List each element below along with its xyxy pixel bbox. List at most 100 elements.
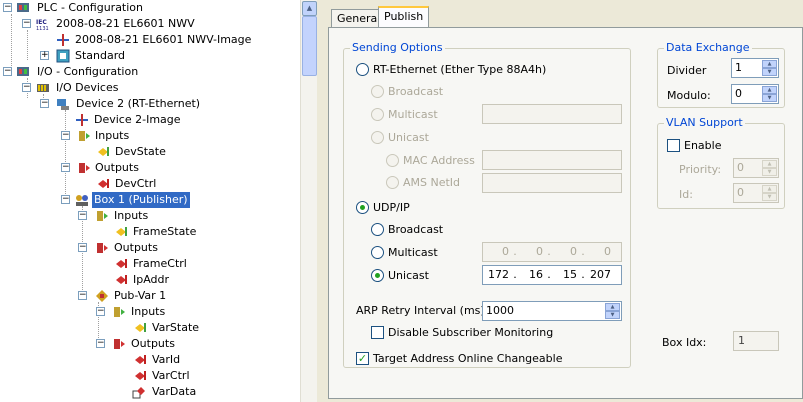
tree-node-framectrl[interactable]: FrameCtrl (0, 256, 300, 272)
collapse-icon[interactable]: − (78, 211, 87, 220)
tree-node-vardata[interactable]: VarData (0, 384, 300, 400)
rt-multicast-radio[interactable] (371, 108, 384, 121)
scroll-up-icon[interactable]: ▲ (302, 1, 317, 16)
spin-down-icon[interactable]: ▼ (762, 168, 777, 176)
tree-node-box1[interactable]: − Box 1 (Publisher) (0, 192, 300, 208)
mac-address-field[interactable] (482, 150, 622, 170)
tree-node-device2-image[interactable]: Device 2-Image (0, 112, 300, 128)
tree-node-outputs[interactable]: − Outputs (0, 160, 300, 176)
arp-retry-spinner[interactable]: 1000 ▲ ▼ (482, 301, 622, 321)
multicast-ip-field[interactable]: 0 . 0 . 0 . 0 (482, 242, 622, 262)
modulo-label: Modulo: (667, 89, 711, 102)
ip-octet: 0 (536, 245, 543, 258)
vlan-enable-label: Enable (684, 139, 722, 152)
collapse-icon[interactable]: − (61, 163, 70, 172)
collapse-icon[interactable]: − (40, 99, 49, 108)
tree-node-standard[interactable]: + Standard (0, 48, 300, 64)
spin-up-icon[interactable]: ▲ (762, 160, 777, 168)
tree-node-devstate[interactable]: DevState (0, 144, 300, 160)
tree-node-varid[interactable]: VarId (0, 352, 300, 368)
collapse-icon[interactable]: − (78, 291, 87, 300)
collapse-icon[interactable]: − (22, 19, 31, 28)
tree-node-box-outputs[interactable]: − Outputs (0, 240, 300, 256)
collapse-icon[interactable]: − (96, 339, 105, 348)
ip-octet: 0 (570, 245, 577, 258)
tree-label: PLC - Configuration (37, 1, 144, 14)
id-spinner[interactable]: 0 ▲ ▼ (733, 183, 779, 203)
collapse-icon[interactable]: − (61, 131, 70, 140)
group-title: Sending Options (350, 41, 445, 54)
iec-icon: IEC1131 (36, 19, 49, 31)
tree-node-io-config[interactable]: − I/O - Configuration (0, 64, 300, 80)
rt-broadcast-radio[interactable] (371, 85, 384, 98)
tree-node-pv-outputs[interactable]: − Outputs (0, 336, 300, 352)
image-icon (57, 34, 69, 46)
tree-node-varstate[interactable]: VarState (0, 320, 300, 336)
tree-label: 2008-08-21 EL6601 NWV-Image (75, 33, 252, 46)
spin-up-icon[interactable]: ▲ (762, 185, 777, 193)
udp-multicast-radio[interactable] (371, 246, 384, 259)
divider-spinner[interactable]: 1 ▲ ▼ (731, 58, 779, 78)
rt-ethernet-radio[interactable] (356, 63, 369, 76)
tree-node-ipaddr[interactable]: IpAddr (0, 272, 300, 288)
outputs-icon (114, 339, 125, 349)
unicast-ip-field[interactable]: 172 . 16 . 15 . 207 (482, 265, 622, 285)
modulo-spinner[interactable]: 0 ▲ ▼ (731, 84, 779, 104)
udp-broadcast-label: Broadcast (388, 223, 444, 236)
spin-buttons: ▲ ▼ (605, 303, 620, 319)
tab-publish[interactable]: Publish (378, 6, 430, 28)
priority-value: 0 (737, 161, 744, 174)
tree-node-pv-inputs[interactable]: − Inputs (0, 304, 300, 320)
collapse-icon[interactable]: − (3, 3, 12, 12)
ams-netid-radio[interactable] (386, 176, 399, 189)
tree-node-io-devices[interactable]: − I/O Devices (0, 80, 300, 96)
expand-icon[interactable]: + (40, 51, 49, 60)
udp-ip-radio[interactable] (356, 201, 369, 214)
tree-node-framestate[interactable]: FrameState (0, 224, 300, 240)
priority-spinner[interactable]: 0 ▲ ▼ (733, 158, 779, 178)
collapse-icon[interactable]: − (22, 83, 31, 92)
svg-text:1131: 1131 (36, 26, 49, 31)
collapse-icon[interactable]: − (96, 307, 105, 316)
disable-subscriber-checkbox[interactable] (371, 326, 384, 339)
mac-address-radio[interactable] (386, 154, 399, 167)
tree-node-pubvar[interactable]: − Pub-Var 1 (0, 288, 300, 304)
rt-multicast-field[interactable] (482, 104, 622, 124)
inputs-icon (97, 211, 108, 221)
spin-up-icon[interactable]: ▲ (605, 303, 620, 311)
scroll-thumb[interactable] (302, 16, 317, 76)
spin-down-icon[interactable]: ▼ (762, 68, 777, 76)
tree-label: Standard (75, 49, 126, 62)
udp-unicast-radio[interactable] (371, 269, 384, 282)
tree-label: I/O Devices (56, 81, 119, 94)
spin-down-icon[interactable]: ▼ (762, 94, 777, 102)
tree-node-plc-project[interactable]: − IEC 1131 2008-08-21 EL6601 NWV (0, 16, 300, 32)
rt-unicast-label: Unicast (388, 131, 429, 144)
tree-label: FrameState (133, 225, 197, 238)
tree-node-device2[interactable]: − Device 2 (RT-Ethernet) (0, 96, 300, 112)
spin-up-icon[interactable]: ▲ (762, 60, 777, 68)
box-idx-field: 1 (733, 331, 779, 351)
spin-down-icon[interactable]: ▼ (762, 193, 777, 201)
ams-netid-field[interactable] (482, 173, 622, 193)
tree-node-devctrl[interactable]: DevCtrl (0, 176, 300, 192)
spin-down-icon[interactable]: ▼ (605, 311, 620, 319)
tree-node-plc-config[interactable]: − PLC - Configuration (0, 0, 300, 16)
ip-octet: 15 (563, 268, 577, 281)
target-online-checkbox[interactable]: ✓ (356, 352, 369, 365)
collapse-icon[interactable]: − (3, 67, 12, 76)
collapse-icon[interactable]: − (61, 195, 70, 204)
spin-up-icon[interactable]: ▲ (762, 86, 777, 94)
tree-scrollbar[interactable]: ▲ (300, 0, 317, 402)
arp-retry-value: 1000 (486, 304, 514, 317)
collapse-icon[interactable]: − (78, 243, 87, 252)
config-tree[interactable]: − PLC - Configuration − IEC 1131 2008-08-… (0, 0, 300, 402)
tree-node-varctrl[interactable]: VarCtrl (0, 368, 300, 384)
udp-broadcast-radio[interactable] (371, 223, 384, 236)
ethernet-device-icon (57, 99, 69, 110)
tree-node-inputs[interactable]: − Inputs (0, 128, 300, 144)
tree-node-box-inputs[interactable]: − Inputs (0, 208, 300, 224)
rt-unicast-radio[interactable] (371, 131, 384, 144)
vlan-enable-checkbox[interactable] (667, 139, 680, 152)
tree-node-plc-image[interactable]: 2008-08-21 EL6601 NWV-Image (0, 32, 300, 48)
